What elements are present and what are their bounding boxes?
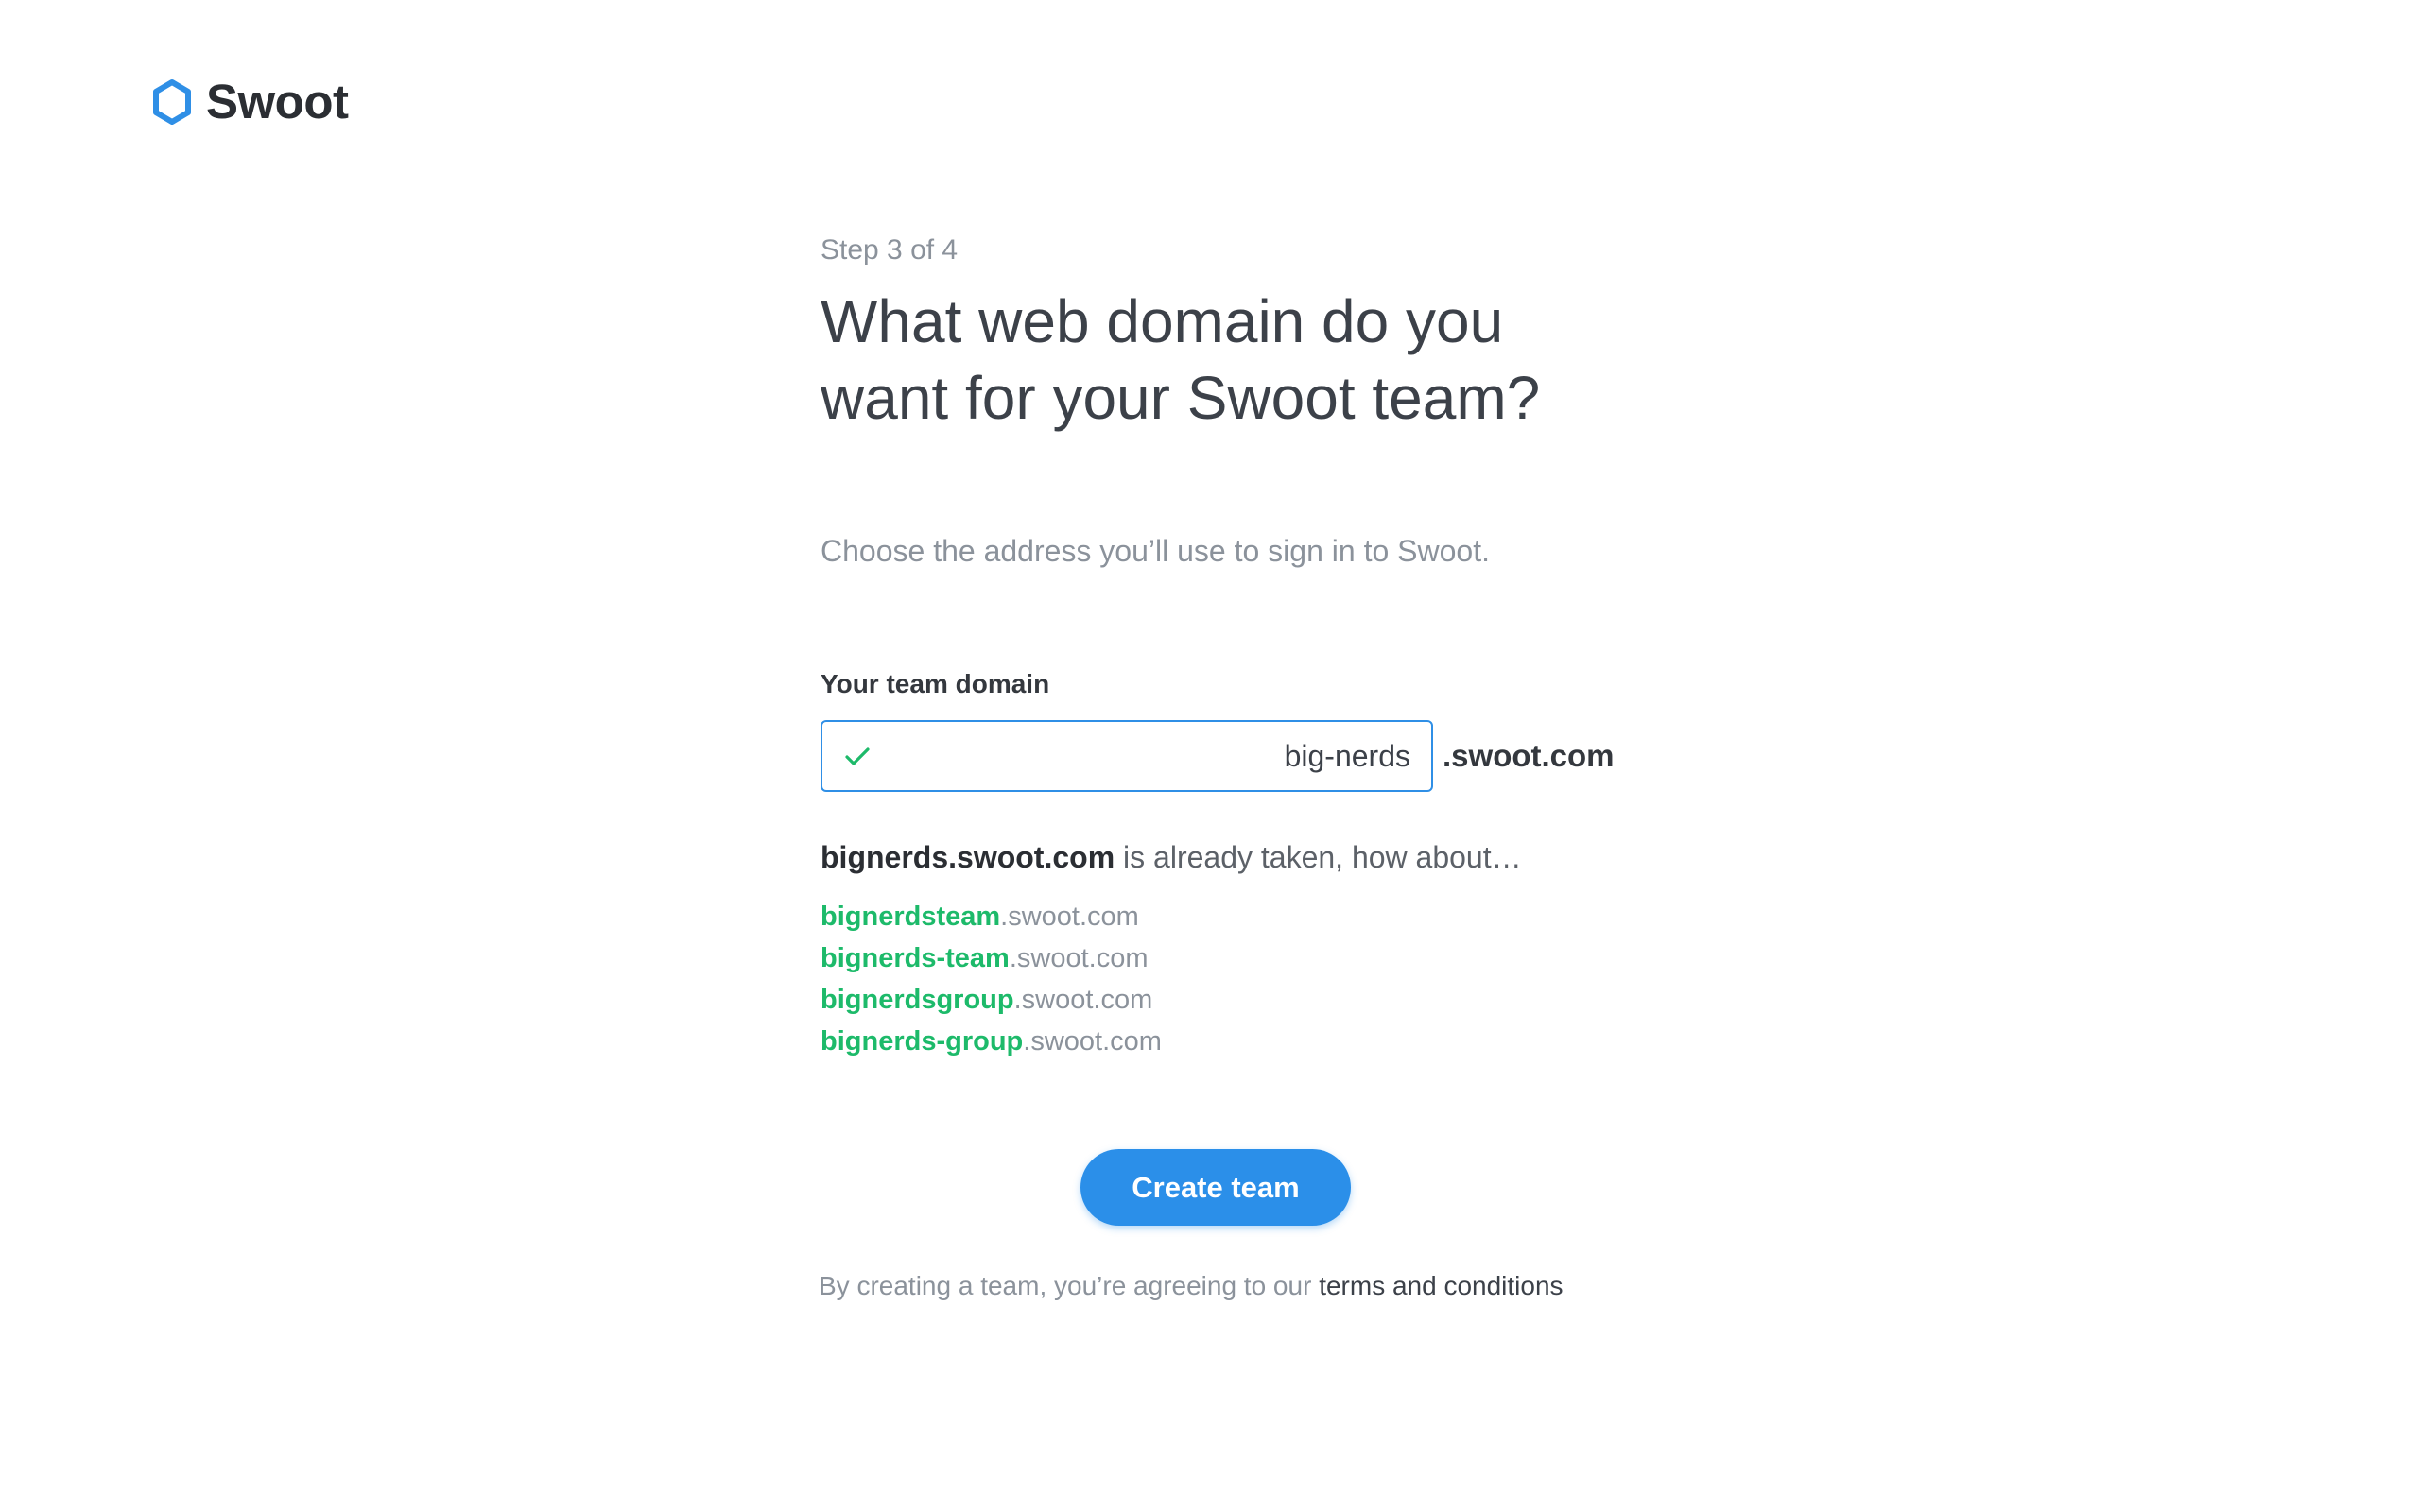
- domain-taken-message: bignerds.swoot.com is already taken, how…: [821, 840, 1522, 875]
- terms-link[interactable]: terms and conditions: [1319, 1271, 1563, 1300]
- page-subtitle: Choose the address you’ll use to sign in…: [821, 534, 1490, 568]
- suggestion-item[interactable]: bignerds-group.swoot.com: [821, 1021, 1162, 1062]
- taken-domain: bignerds.swoot.com: [821, 840, 1115, 874]
- terms-prefix: By creating a team, you’re agreeing to o…: [819, 1271, 1320, 1300]
- taken-text: is already taken, how about…: [1115, 840, 1522, 874]
- domain-suffix: .swoot.com: [1443, 738, 1615, 773]
- suggestion-suffix: .swoot.com: [1023, 1026, 1162, 1057]
- create-team-button[interactable]: Create team: [1080, 1149, 1351, 1226]
- suggestion-item[interactable]: bignerdsgroup.swoot.com: [821, 979, 1162, 1021]
- team-domain-label: Your team domain: [821, 669, 1050, 698]
- terms-notice: By creating a team, you’re agreeing to o…: [819, 1271, 1564, 1301]
- brand-name: Swoot: [206, 75, 349, 129]
- domain-suggestions: bignerdsteam.swoot.com bignerds-team.swo…: [821, 896, 1162, 1062]
- suggestion-suffix: .swoot.com: [1009, 943, 1149, 973]
- suggestion-item[interactable]: bignerds-team.swoot.com: [821, 937, 1162, 979]
- hexagon-logo-icon: [153, 78, 191, 125]
- step-indicator: Step 3 of 4: [821, 234, 959, 266]
- page-title: What web domain do you want for your Swo…: [821, 284, 1652, 437]
- title-line-2: want for your Swoot team?: [821, 364, 1541, 432]
- suggestion-name: bignerdsgroup: [821, 985, 1014, 1015]
- suggestion-name: bignerdsteam: [821, 902, 1001, 932]
- title-line-1: What web domain do you: [821, 287, 1504, 355]
- suggestion-suffix: .swoot.com: [1000, 902, 1139, 932]
- team-domain-field[interactable]: [821, 720, 1433, 792]
- suggestion-item[interactable]: bignerdsteam.swoot.com: [821, 896, 1162, 937]
- suggestion-name: bignerds-team: [821, 943, 1010, 973]
- suggestion-suffix: .swoot.com: [1013, 985, 1153, 1015]
- page: Swoot Step 3 of 4 What web domain do you…: [0, 0, 2420, 1512]
- swoot-logo[interactable]: Swoot: [151, 74, 349, 129]
- check-icon: [845, 747, 870, 765]
- team-domain-input[interactable]: [889, 722, 1410, 790]
- suggestion-name: bignerds-group: [821, 1026, 1024, 1057]
